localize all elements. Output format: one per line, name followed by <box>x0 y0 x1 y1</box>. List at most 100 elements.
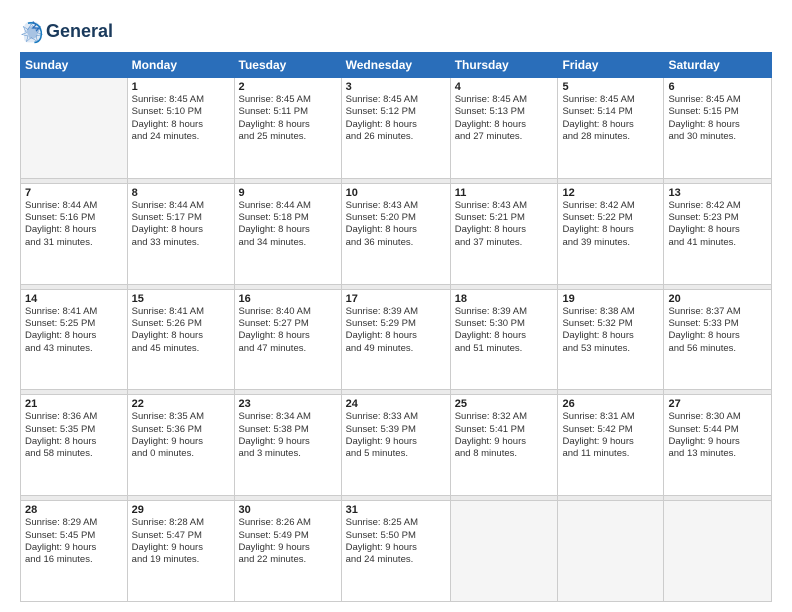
day-header-friday: Friday <box>558 53 664 78</box>
day-header-sunday: Sunday <box>21 53 128 78</box>
cell-text: Sunrise: 8:45 AM Sunset: 5:15 PM Dayligh… <box>668 94 767 143</box>
calendar-cell: 31Sunrise: 8:25 AM Sunset: 5:50 PM Dayli… <box>341 501 450 602</box>
calendar-table: SundayMondayTuesdayWednesdayThursdayFrid… <box>20 52 772 602</box>
cell-text: Sunrise: 8:37 AM Sunset: 5:33 PM Dayligh… <box>668 306 767 355</box>
cell-text: Sunrise: 8:32 AM Sunset: 5:41 PM Dayligh… <box>455 411 554 460</box>
calendar-cell: 3Sunrise: 8:45 AM Sunset: 5:12 PM Daylig… <box>341 78 450 179</box>
week-row-3: 14Sunrise: 8:41 AM Sunset: 5:25 PM Dayli… <box>21 289 772 390</box>
day-number: 9 <box>239 187 337 199</box>
calendar-cell: 10Sunrise: 8:43 AM Sunset: 5:20 PM Dayli… <box>341 183 450 284</box>
cell-text: Sunrise: 8:29 AM Sunset: 5:45 PM Dayligh… <box>25 517 123 566</box>
cell-text: Sunrise: 8:41 AM Sunset: 5:25 PM Dayligh… <box>25 306 123 355</box>
day-number: 17 <box>346 293 446 305</box>
cell-text: Sunrise: 8:42 AM Sunset: 5:22 PM Dayligh… <box>562 200 659 249</box>
calendar-cell: 17Sunrise: 8:39 AM Sunset: 5:29 PM Dayli… <box>341 289 450 390</box>
day-number: 10 <box>346 187 446 199</box>
day-number: 5 <box>562 81 659 93</box>
day-number: 4 <box>455 81 554 93</box>
day-number: 25 <box>455 398 554 410</box>
cell-text: Sunrise: 8:45 AM Sunset: 5:13 PM Dayligh… <box>455 94 554 143</box>
day-number: 14 <box>25 293 123 305</box>
calendar-cell: 21Sunrise: 8:36 AM Sunset: 5:35 PM Dayli… <box>21 395 128 496</box>
cell-text: Sunrise: 8:25 AM Sunset: 5:50 PM Dayligh… <box>346 517 446 566</box>
day-header-tuesday: Tuesday <box>234 53 341 78</box>
logo: General <box>20 20 113 44</box>
cell-text: Sunrise: 8:45 AM Sunset: 5:11 PM Dayligh… <box>239 94 337 143</box>
day-number: 8 <box>132 187 230 199</box>
logo-line1: General <box>46 22 113 42</box>
calendar-cell: 19Sunrise: 8:38 AM Sunset: 5:32 PM Dayli… <box>558 289 664 390</box>
calendar-cell: 6Sunrise: 8:45 AM Sunset: 5:15 PM Daylig… <box>664 78 772 179</box>
day-number: 22 <box>132 398 230 410</box>
cell-text: Sunrise: 8:41 AM Sunset: 5:26 PM Dayligh… <box>132 306 230 355</box>
calendar-cell: 1Sunrise: 8:45 AM Sunset: 5:10 PM Daylig… <box>127 78 234 179</box>
calendar-cell: 16Sunrise: 8:40 AM Sunset: 5:27 PM Dayli… <box>234 289 341 390</box>
calendar-cell: 20Sunrise: 8:37 AM Sunset: 5:33 PM Dayli… <box>664 289 772 390</box>
day-number: 6 <box>668 81 767 93</box>
calendar-cell <box>450 501 558 602</box>
cell-text: Sunrise: 8:33 AM Sunset: 5:39 PM Dayligh… <box>346 411 446 460</box>
day-number: 28 <box>25 504 123 516</box>
cell-text: Sunrise: 8:34 AM Sunset: 5:38 PM Dayligh… <box>239 411 337 460</box>
cell-text: Sunrise: 8:31 AM Sunset: 5:42 PM Dayligh… <box>562 411 659 460</box>
day-number: 31 <box>346 504 446 516</box>
calendar-cell <box>558 501 664 602</box>
day-number: 18 <box>455 293 554 305</box>
calendar-cell: 2Sunrise: 8:45 AM Sunset: 5:11 PM Daylig… <box>234 78 341 179</box>
week-row-5: 28Sunrise: 8:29 AM Sunset: 5:45 PM Dayli… <box>21 501 772 602</box>
week-row-2: 7Sunrise: 8:44 AM Sunset: 5:16 PM Daylig… <box>21 183 772 284</box>
day-number: 20 <box>668 293 767 305</box>
logo-icon <box>20 20 44 44</box>
day-number: 11 <box>455 187 554 199</box>
day-number: 2 <box>239 81 337 93</box>
day-number: 16 <box>239 293 337 305</box>
page: General SundayMondayTuesdayWednesdayThur… <box>0 0 792 612</box>
day-number: 30 <box>239 504 337 516</box>
day-header-saturday: Saturday <box>664 53 772 78</box>
day-number: 1 <box>132 81 230 93</box>
day-number: 7 <box>25 187 123 199</box>
cell-text: Sunrise: 8:39 AM Sunset: 5:29 PM Dayligh… <box>346 306 446 355</box>
calendar-cell: 18Sunrise: 8:39 AM Sunset: 5:30 PM Dayli… <box>450 289 558 390</box>
calendar-cell: 28Sunrise: 8:29 AM Sunset: 5:45 PM Dayli… <box>21 501 128 602</box>
cell-text: Sunrise: 8:45 AM Sunset: 5:10 PM Dayligh… <box>132 94 230 143</box>
cell-text: Sunrise: 8:26 AM Sunset: 5:49 PM Dayligh… <box>239 517 337 566</box>
cell-text: Sunrise: 8:44 AM Sunset: 5:16 PM Dayligh… <box>25 200 123 249</box>
cell-text: Sunrise: 8:30 AM Sunset: 5:44 PM Dayligh… <box>668 411 767 460</box>
cell-text: Sunrise: 8:35 AM Sunset: 5:36 PM Dayligh… <box>132 411 230 460</box>
day-header-monday: Monday <box>127 53 234 78</box>
calendar-cell: 25Sunrise: 8:32 AM Sunset: 5:41 PM Dayli… <box>450 395 558 496</box>
calendar-cell: 11Sunrise: 8:43 AM Sunset: 5:21 PM Dayli… <box>450 183 558 284</box>
cell-text: Sunrise: 8:42 AM Sunset: 5:23 PM Dayligh… <box>668 200 767 249</box>
calendar-header-row: SundayMondayTuesdayWednesdayThursdayFrid… <box>21 53 772 78</box>
calendar-cell: 29Sunrise: 8:28 AM Sunset: 5:47 PM Dayli… <box>127 501 234 602</box>
calendar-cell: 23Sunrise: 8:34 AM Sunset: 5:38 PM Dayli… <box>234 395 341 496</box>
calendar-cell: 12Sunrise: 8:42 AM Sunset: 5:22 PM Dayli… <box>558 183 664 284</box>
day-number: 19 <box>562 293 659 305</box>
calendar-cell: 15Sunrise: 8:41 AM Sunset: 5:26 PM Dayli… <box>127 289 234 390</box>
calendar-cell: 4Sunrise: 8:45 AM Sunset: 5:13 PM Daylig… <box>450 78 558 179</box>
calendar-cell: 26Sunrise: 8:31 AM Sunset: 5:42 PM Dayli… <box>558 395 664 496</box>
calendar-cell: 13Sunrise: 8:42 AM Sunset: 5:23 PM Dayli… <box>664 183 772 284</box>
calendar-cell: 30Sunrise: 8:26 AM Sunset: 5:49 PM Dayli… <box>234 501 341 602</box>
calendar-body: 1Sunrise: 8:45 AM Sunset: 5:10 PM Daylig… <box>21 78 772 602</box>
cell-text: Sunrise: 8:36 AM Sunset: 5:35 PM Dayligh… <box>25 411 123 460</box>
cell-text: Sunrise: 8:43 AM Sunset: 5:21 PM Dayligh… <box>455 200 554 249</box>
calendar-cell: 14Sunrise: 8:41 AM Sunset: 5:25 PM Dayli… <box>21 289 128 390</box>
cell-text: Sunrise: 8:45 AM Sunset: 5:12 PM Dayligh… <box>346 94 446 143</box>
day-header-thursday: Thursday <box>450 53 558 78</box>
calendar-cell: 5Sunrise: 8:45 AM Sunset: 5:14 PM Daylig… <box>558 78 664 179</box>
header: General <box>20 16 772 44</box>
calendar-cell <box>21 78 128 179</box>
week-row-4: 21Sunrise: 8:36 AM Sunset: 5:35 PM Dayli… <box>21 395 772 496</box>
calendar-cell: 27Sunrise: 8:30 AM Sunset: 5:44 PM Dayli… <box>664 395 772 496</box>
calendar-cell: 8Sunrise: 8:44 AM Sunset: 5:17 PM Daylig… <box>127 183 234 284</box>
cell-text: Sunrise: 8:40 AM Sunset: 5:27 PM Dayligh… <box>239 306 337 355</box>
logo-text: General <box>46 22 113 42</box>
day-header-wednesday: Wednesday <box>341 53 450 78</box>
day-number: 12 <box>562 187 659 199</box>
day-number: 29 <box>132 504 230 516</box>
cell-text: Sunrise: 8:44 AM Sunset: 5:18 PM Dayligh… <box>239 200 337 249</box>
calendar-cell: 22Sunrise: 8:35 AM Sunset: 5:36 PM Dayli… <box>127 395 234 496</box>
cell-text: Sunrise: 8:44 AM Sunset: 5:17 PM Dayligh… <box>132 200 230 249</box>
